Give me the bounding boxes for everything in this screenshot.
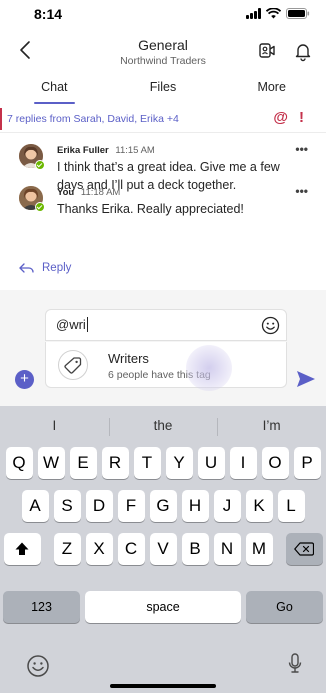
- message-author: Erika Fuller: [57, 145, 109, 156]
- tab-chat[interactable]: Chat: [0, 76, 109, 104]
- keyboard-row-4: 123 space Go: [0, 591, 326, 623]
- key-w[interactable]: W: [37, 447, 65, 479]
- key-r[interactable]: R: [101, 447, 129, 479]
- channel-tabs: Chat Files More: [0, 76, 326, 104]
- reply-label: Reply: [42, 262, 72, 274]
- go-key[interactable]: Go: [246, 591, 323, 623]
- home-indicator[interactable]: [110, 684, 216, 688]
- space-key[interactable]: space: [85, 591, 241, 623]
- text-caret: [86, 317, 89, 332]
- keyboard-row-1: Q W E R T Y U I O P: [0, 447, 326, 479]
- tab-files[interactable]: Files: [109, 76, 218, 104]
- tag-icon: [64, 357, 82, 374]
- tab-more[interactable]: More: [217, 76, 326, 104]
- keyboard-row-2: A S D F G H J K L: [0, 490, 326, 522]
- numbers-key[interactable]: 123: [3, 591, 80, 623]
- message-author: You: [57, 187, 75, 198]
- key-a[interactable]: A: [21, 490, 49, 522]
- prediction-suggestion[interactable]: I’m: [217, 406, 326, 446]
- delete-key[interactable]: [285, 533, 323, 565]
- key-n[interactable]: N: [213, 533, 241, 565]
- key-i[interactable]: I: [229, 447, 257, 479]
- more-options-icon[interactable]: •••: [295, 184, 308, 198]
- more-options-icon[interactable]: •••: [295, 142, 308, 156]
- key-y[interactable]: Y: [165, 447, 193, 479]
- key-k[interactable]: K: [245, 490, 273, 522]
- key-t[interactable]: T: [133, 447, 161, 479]
- key-z[interactable]: Z: [53, 533, 81, 565]
- key-l[interactable]: L: [277, 490, 305, 522]
- predictive-text-bar: I the I’m: [0, 406, 326, 446]
- prediction-suggestion[interactable]: I: [0, 406, 109, 446]
- status-icons: [246, 8, 310, 19]
- send-icon[interactable]: [296, 370, 316, 388]
- cellular-signal-icon: [246, 8, 261, 19]
- key-d[interactable]: D: [85, 490, 113, 522]
- key-b[interactable]: B: [181, 533, 209, 565]
- status-bar: 8:14: [0, 0, 326, 28]
- presence-available-icon: [35, 202, 45, 212]
- compose-area: @wri Writers 6 people have this tag +: [0, 290, 326, 406]
- important-icon: !: [299, 109, 304, 126]
- reply-arrow-icon: [19, 262, 34, 273]
- key-q[interactable]: Q: [5, 447, 33, 479]
- mention-icon: @: [273, 109, 288, 126]
- compose-value: @wri: [56, 317, 86, 332]
- key-j[interactable]: J: [213, 490, 241, 522]
- replies-summary-link[interactable]: 7 replies from Sarah, David, Erika +4: [7, 113, 179, 125]
- reply-button[interactable]: Reply: [19, 262, 71, 274]
- wifi-icon: [266, 8, 281, 19]
- key-m[interactable]: M: [245, 533, 273, 565]
- importance-accent-bar: [0, 108, 2, 130]
- status-time: 8:14: [34, 6, 63, 22]
- keyboard-row-3: Z X C V B N M: [0, 533, 326, 565]
- onscreen-keyboard: I the I’m Q W E R T Y U I O P A S D F G …: [0, 406, 326, 693]
- tag-icon-container: [58, 350, 88, 380]
- key-x[interactable]: X: [85, 533, 113, 565]
- tag-suggestion-item[interactable]: Writers 6 people have this tag: [45, 342, 287, 391]
- tag-name: Writers: [108, 351, 149, 366]
- message-time: 11:18 AM: [80, 187, 121, 198]
- presence-available-icon: [35, 160, 45, 170]
- key-f[interactable]: F: [117, 490, 145, 522]
- message-meta: You 11:18 AM: [57, 187, 120, 198]
- key-e[interactable]: E: [69, 447, 97, 479]
- key-v[interactable]: V: [149, 533, 177, 565]
- dictation-mic-icon[interactable]: [288, 652, 302, 676]
- divider: [0, 132, 326, 133]
- shift-key[interactable]: [3, 533, 41, 565]
- compose-text-wrap: @wri: [56, 317, 89, 332]
- keyboard-bottom-bar: [0, 644, 326, 693]
- key-c[interactable]: C: [117, 533, 145, 565]
- emoji-icon[interactable]: [261, 316, 280, 335]
- shift-arrow-icon: [15, 542, 29, 555]
- key-h[interactable]: H: [181, 490, 209, 522]
- touch-indicator: [186, 345, 232, 391]
- message-meta: Erika Fuller 11:15 AM: [57, 145, 155, 156]
- prediction-suggestion[interactable]: the: [108, 406, 218, 446]
- message-time: 11:15 AM: [115, 145, 155, 156]
- conversation-thread: 7 replies from Sarah, David, Erika +4 @ …: [0, 104, 326, 290]
- key-o[interactable]: O: [261, 447, 289, 479]
- message-compose-input[interactable]: @wri: [45, 309, 287, 341]
- notification-bell-icon[interactable]: [292, 40, 314, 62]
- backspace-icon: [294, 542, 314, 556]
- channel-header: General Northwind Traders: [0, 28, 326, 76]
- message-text: Thanks Erika. Really appreciated!: [57, 202, 244, 216]
- key-p[interactable]: P: [293, 447, 321, 479]
- add-attachment-button[interactable]: +: [15, 370, 34, 389]
- key-u[interactable]: U: [197, 447, 225, 479]
- video-call-icon[interactable]: [256, 40, 278, 62]
- battery-icon: [286, 8, 310, 19]
- key-g[interactable]: G: [149, 490, 177, 522]
- key-s[interactable]: S: [53, 490, 81, 522]
- emoji-keyboard-icon[interactable]: [26, 654, 50, 678]
